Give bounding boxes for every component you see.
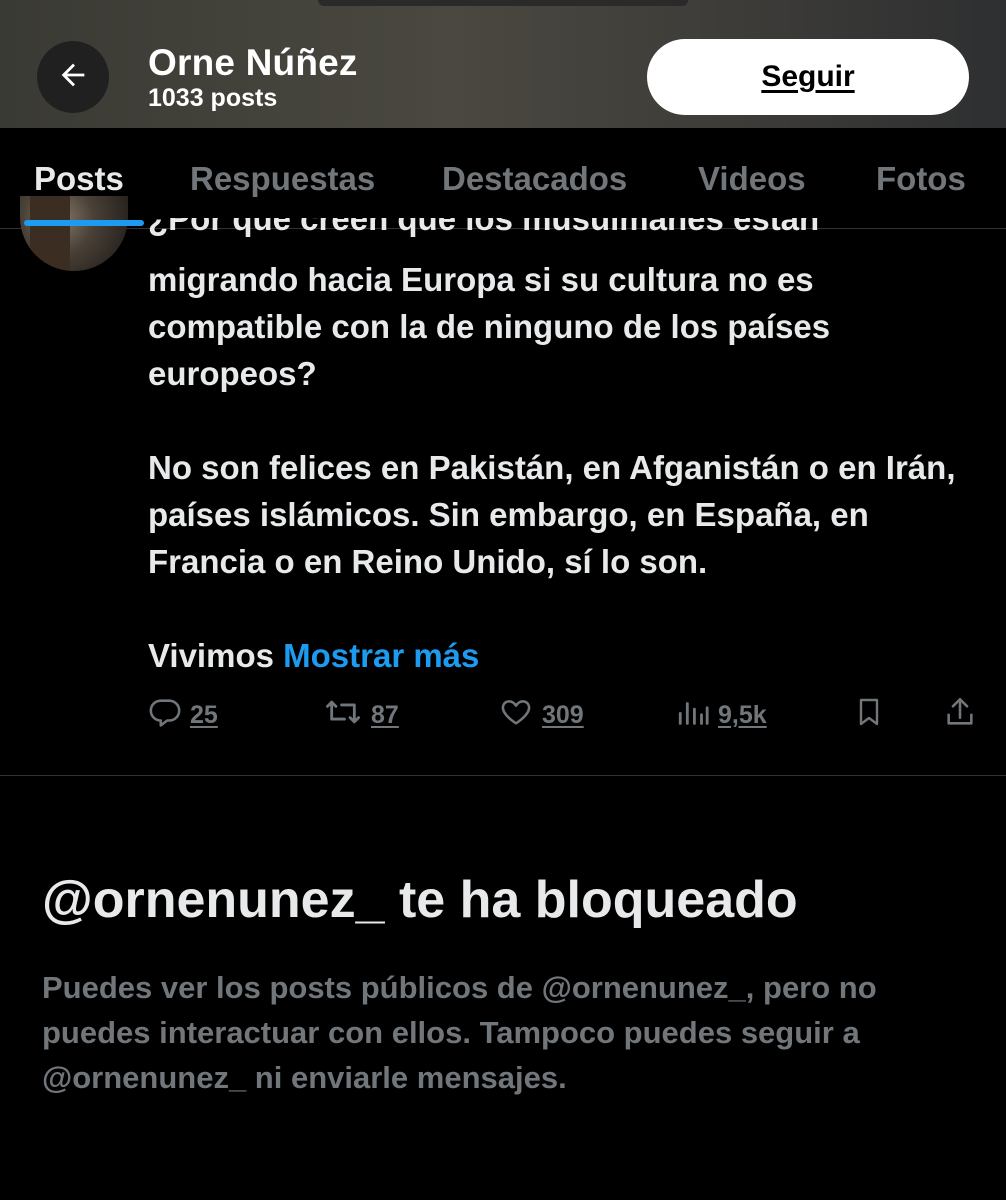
analytics-icon — [676, 695, 710, 736]
like-count: 309 — [542, 701, 584, 729]
bookmark-icon — [853, 695, 885, 736]
post-partial-line-text: ¿Por qué creen que los musulmanes están — [148, 218, 820, 237]
profile-header: Orne Núñez 1033 posts Seguir — [0, 0, 1006, 128]
share-icon — [943, 695, 977, 736]
reply-count: 25 — [190, 701, 218, 729]
like-button[interactable]: 309 — [498, 695, 584, 736]
post-truncated-text: Vivimos — [148, 637, 274, 674]
avatar-photo-detail — [30, 196, 70, 271]
heart-icon — [498, 695, 534, 736]
profile-display-name: Orne Núñez — [148, 42, 358, 83]
profile-tabs: Posts Respuestas Destacados Videos Fotos — [0, 128, 1006, 229]
views-count: 9,5k — [718, 701, 767, 729]
post-actions: 25 87 309 9,5k — [148, 695, 988, 735]
reply-button[interactable]: 25 — [148, 695, 218, 736]
tab-videos[interactable]: Videos — [698, 160, 806, 198]
blocked-title: @ornenunez_ te ha bloqueado — [42, 871, 798, 929]
tab-fotos[interactable]: Fotos — [876, 160, 966, 198]
blocked-description: Puedes ver los posts públicos de @ornenu… — [42, 970, 877, 1095]
bookmark-button[interactable] — [853, 695, 885, 736]
show-more-link[interactable]: Mostrar más — [283, 637, 479, 674]
repost-icon — [323, 695, 363, 736]
post-truncated-line: Vivimos Mostrar más — [148, 632, 978, 679]
header-banner-edge — [318, 0, 688, 6]
reply-icon — [148, 695, 182, 736]
post-paragraph: migrando hacia Europa si su cultura no e… — [148, 261, 831, 392]
avatar[interactable] — [20, 196, 128, 271]
post-partial-line: ¿Por qué creen que los musulmanes están — [148, 218, 908, 240]
share-button[interactable] — [943, 695, 977, 736]
arrow-left-icon — [56, 58, 90, 97]
repost-button[interactable]: 87 — [323, 695, 399, 736]
follow-button[interactable]: Seguir — [647, 39, 969, 115]
post-divider — [0, 775, 1006, 776]
repost-count: 87 — [371, 701, 399, 729]
tab-destacados[interactable]: Destacados — [442, 160, 627, 198]
views-button[interactable]: 9,5k — [676, 695, 767, 736]
tab-respuestas[interactable]: Respuestas — [190, 160, 375, 198]
post-text: migrando hacia Europa si su cultura no e… — [148, 256, 978, 679]
profile-post-count: 1033 posts — [148, 84, 278, 112]
back-button[interactable] — [37, 41, 109, 113]
post-paragraph: No son felices en Pakistán, en Afganistá… — [148, 449, 956, 580]
tab-posts[interactable]: Posts — [34, 160, 124, 198]
active-tab-indicator — [24, 220, 144, 226]
